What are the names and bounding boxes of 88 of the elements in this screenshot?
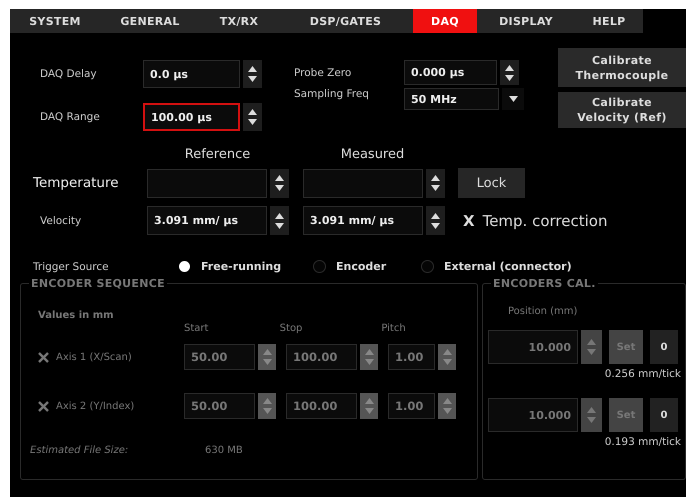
tab[interactable]: TX/RX (200, 9, 278, 33)
tab[interactable]: SYSTEM (10, 9, 100, 33)
input-field[interactable]: 0.0 µs (143, 60, 240, 88)
field-label: Estimated File Size: (30, 445, 130, 456)
field-label: DAQ Delay (40, 68, 98, 80)
up-arrow-icon (587, 407, 596, 413)
column-header: Stop (280, 323, 304, 334)
field-label: Probe Zero (294, 66, 352, 78)
lock-button[interactable]: Lock (458, 168, 525, 198)
down-arrow-icon (431, 185, 440, 191)
up-arrow-icon (364, 398, 374, 404)
calibrate-button[interactable]: Calibrate Velocity (Ref) (558, 92, 686, 128)
dropdown-button[interactable] (502, 88, 524, 110)
row-label: Temperature (33, 175, 120, 191)
tab[interactable]: DAQ (413, 9, 477, 33)
input-field[interactable]: 50 MHz (404, 88, 499, 110)
axis-label: Axis 1 (X/Scan) (56, 352, 132, 362)
up-arrow-icon (587, 339, 596, 345)
field-label: Trigger Source (33, 260, 110, 272)
up-arrow-icon (442, 349, 452, 355)
input-field[interactable]: 3.091 mm/ µs (147, 206, 267, 235)
column-header: Reference (184, 147, 252, 164)
down-arrow-icon (364, 359, 374, 365)
group-title: ENCODER SEQUENCE (30, 277, 166, 290)
input-field[interactable]: 100.00 µs (143, 103, 240, 131)
down-arrow-icon (587, 349, 596, 355)
group-title: ENCODERS CAL. (492, 277, 597, 290)
up-arrow-icon (248, 109, 257, 115)
resolution-text: 0.256 mm/tick (604, 368, 682, 380)
down-arrow-icon (442, 359, 452, 365)
field-value: 630 MB (205, 445, 243, 456)
x-icon (38, 352, 49, 362)
axis-label: Axis 2 (Y/Index) (56, 400, 134, 412)
radio-button[interactable] (421, 260, 434, 273)
up-arrow-icon (364, 349, 374, 355)
down-arrow-icon (364, 408, 374, 414)
up-arrow-icon (262, 349, 272, 355)
note-text: Values in mm (38, 310, 115, 321)
option-label: Encoder (336, 260, 386, 273)
spin-button[interactable] (426, 168, 445, 198)
resolution-text: 0.193 mm/tick (604, 436, 682, 448)
column-header: Measured (340, 147, 406, 164)
input-field[interactable] (147, 168, 267, 198)
spin-button[interactable] (426, 206, 445, 235)
spin-button[interactable] (270, 206, 289, 235)
spin-button[interactable] (500, 60, 519, 85)
up-arrow-icon (442, 398, 452, 404)
caret-icon (508, 96, 518, 102)
down-arrow-icon (587, 417, 596, 423)
input-field[interactable]: 3.091 mm/ µs (303, 206, 423, 235)
tab[interactable]: HELP (575, 9, 643, 33)
up-arrow-icon (431, 212, 440, 218)
down-arrow-icon (442, 408, 452, 414)
option-label: Free-running (201, 260, 282, 273)
down-arrow-icon (262, 408, 272, 414)
tab[interactable]: GENERAL (100, 9, 200, 33)
input-field[interactable]: 0.000 µs (404, 60, 497, 85)
column-header: Start (184, 323, 210, 334)
up-arrow-icon (275, 175, 284, 181)
option-label: External (connector) (444, 260, 572, 273)
down-arrow-icon (505, 74, 514, 80)
column-header: Position (mm) (508, 306, 578, 317)
input-field[interactable] (303, 168, 423, 198)
down-arrow-icon (248, 76, 257, 82)
column-header: Pitch (381, 323, 407, 334)
up-arrow-icon (505, 64, 514, 70)
x-icon (38, 400, 49, 412)
option-label: Temp. correction (482, 212, 608, 230)
radio-button[interactable] (313, 260, 326, 273)
calibrate-button[interactable]: Calibrate Thermocouple (558, 48, 686, 87)
tab[interactable]: DISPLAY (477, 9, 575, 33)
up-arrow-icon (275, 212, 284, 218)
spin-button[interactable] (243, 103, 262, 131)
tab[interactable]: DSP/GATES (278, 9, 413, 33)
down-arrow-icon (248, 119, 257, 125)
spin-button[interactable] (243, 60, 262, 88)
field-label: DAQ Range (40, 111, 101, 123)
x-mark: X (463, 212, 475, 230)
down-arrow-icon (275, 185, 284, 191)
row-label: Velocity (39, 214, 82, 226)
up-arrow-icon (248, 66, 257, 72)
down-arrow-icon (262, 359, 272, 365)
down-arrow-icon (275, 222, 284, 228)
up-arrow-icon (431, 175, 440, 181)
up-arrow-icon (262, 398, 272, 404)
spin-button[interactable] (270, 168, 289, 198)
down-arrow-icon (431, 222, 440, 228)
field-label: Sampling Freq (294, 88, 370, 100)
